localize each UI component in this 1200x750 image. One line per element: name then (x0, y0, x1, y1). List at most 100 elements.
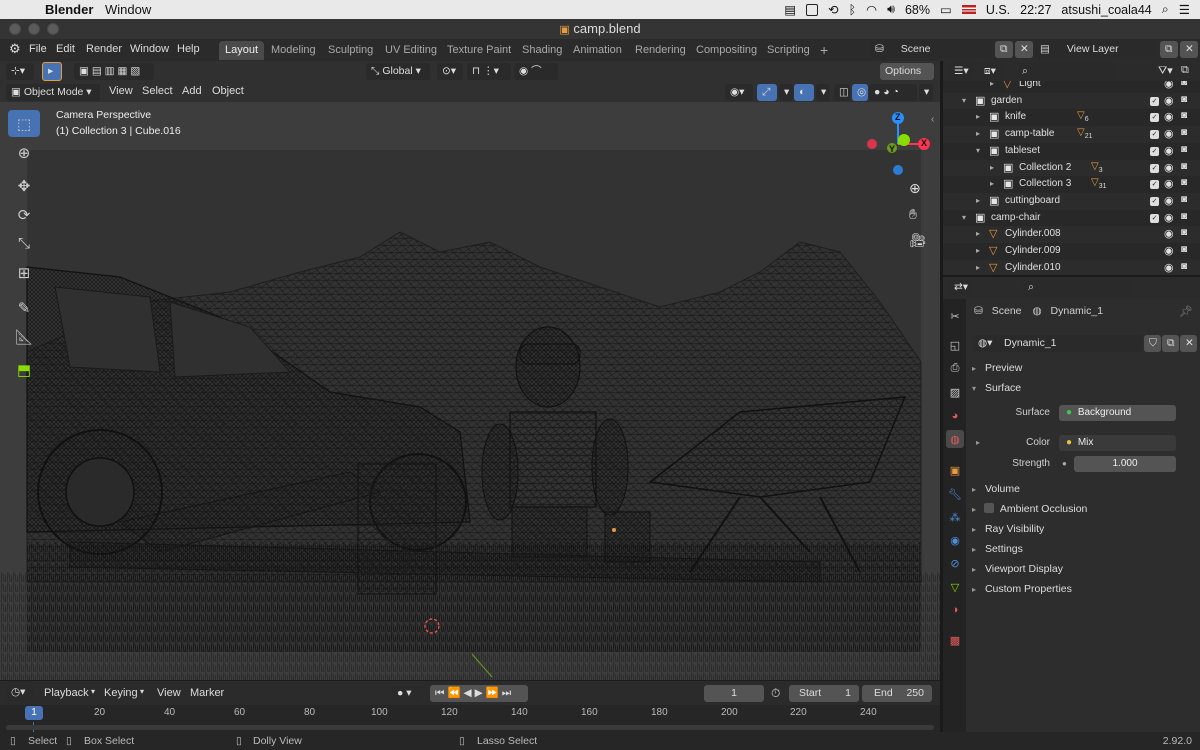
tab-texture-paint[interactable]: Texture Paint (441, 41, 517, 60)
menu-window[interactable]: Window (130, 43, 169, 55)
transform-tool-icon[interactable]: ⊞ (8, 259, 40, 286)
bluetooth-icon[interactable]: ᛒ (849, 3, 857, 17)
expand-chevron-icon[interactable]: ▾ (962, 213, 966, 222)
material-tab-icon[interactable]: ◑ (946, 601, 964, 619)
sidebar-toggle-icon[interactable]: ‹ (931, 114, 934, 125)
viewport-menu-add[interactable]: Add (182, 85, 202, 97)
delete-scene-icon[interactable]: ✕ (1015, 41, 1033, 58)
exclude-checkbox[interactable]: ✓ (1150, 96, 1159, 106)
expand-chevron-icon[interactable]: ▸ (976, 263, 980, 272)
exclude-checkbox[interactable]: ✓ (1150, 213, 1159, 223)
constraints-tab-icon[interactable]: ⊘ (946, 554, 964, 572)
expand-chevron-icon[interactable]: ▸ (990, 179, 994, 188)
shading-modes-icons[interactable]: ● ◕ ◔ (869, 84, 917, 101)
view-layer-tab-icon[interactable]: ▨ (946, 383, 964, 401)
new-world-icon[interactable]: ⧉ (1162, 335, 1179, 352)
particles-tab-icon[interactable]: ⁂ (946, 508, 964, 526)
checkbox-icon[interactable] (806, 3, 819, 16)
viewport-menu-object[interactable]: Object (212, 85, 244, 97)
render-camera-icon[interactable]: ◙ (1181, 110, 1187, 121)
render-camera-icon[interactable]: ◙ (1181, 211, 1187, 222)
clipboard-icon[interactable]: ▤ (784, 2, 796, 17)
preview-section[interactable]: ▸ Preview (966, 358, 1200, 378)
ao-checkbox[interactable] (983, 503, 994, 513)
input-source[interactable]: U.S. (986, 3, 1010, 17)
rotate-tool-icon[interactable]: ⟳ (8, 201, 40, 228)
tab-scripting[interactable]: Scripting (761, 41, 816, 60)
fake-user-icon[interactable]: ⛉ (1144, 335, 1161, 352)
surface-section[interactable]: ▾ Surface (966, 378, 1200, 398)
add-cube-tool-icon[interactable]: ⬒ (8, 356, 40, 383)
tab-layout[interactable]: Layout (219, 41, 265, 60)
move-tool-icon[interactable]: ✥ (8, 172, 40, 199)
volume-icon[interactable]: 🔊︎ (887, 2, 895, 17)
render-camera-icon[interactable]: ◙ (1181, 127, 1187, 138)
tool-tab-icon[interactable]: ✂ (946, 307, 964, 325)
overlays-icon[interactable]: ◐ (794, 84, 814, 101)
object-tab-icon[interactable]: ▣ (946, 461, 964, 479)
user-name[interactable]: atsushi_coala44 (1061, 3, 1151, 17)
add-workspace-icon[interactable]: + (814, 41, 834, 60)
tab-compositing[interactable]: Compositing (690, 41, 763, 60)
outliner-row[interactable]: ▸ ▣ camp-table ▽21 ✓ ◉ ◙ (943, 126, 1200, 143)
delete-view-layer-icon[interactable]: ✕ (1180, 41, 1198, 58)
menu-edit[interactable]: Edit (56, 43, 75, 55)
outliner-search-input[interactable]: ⌕ (1017, 63, 1115, 80)
blender-logo-icon[interactable]: ⚙ (9, 41, 21, 57)
settings-section[interactable]: ▸ Settings (966, 539, 1200, 559)
time-machine-icon[interactable]: ⟲ (828, 2, 838, 17)
scale-tool-icon[interactable]: ⤡ (8, 230, 40, 257)
new-view-layer-icon[interactable]: ⧉ (1160, 41, 1178, 58)
render-camera-icon[interactable]: ◙ (1181, 144, 1187, 155)
world-browse-icon[interactable]: ◍▾ (973, 335, 999, 352)
outliner-row[interactable]: ▸ ▽ Cylinder.010 ◉ ◙ (943, 259, 1200, 275)
visibility-eye-icon[interactable]: ◉ (1164, 211, 1174, 224)
annotate-tool-icon[interactable]: ✎ (8, 294, 40, 321)
world-tab-icon[interactable]: ◍ (946, 430, 964, 448)
menu-file[interactable]: File (29, 43, 47, 55)
properties-editor-icon[interactable]: ⇄▾ (949, 279, 975, 296)
new-collection-icon[interactable]: ⧉ (1181, 64, 1189, 77)
outliner-row[interactable]: ▸ ▽ Light ◉ ◙ (943, 81, 1200, 93)
end-frame-field[interactable]: End 250 (862, 685, 932, 702)
mode-dropdown[interactable]: ▣ Object Mode ▾ (6, 84, 100, 101)
render-camera-icon[interactable]: ◙ (1181, 94, 1187, 105)
navigation-gizmo[interactable]: X Z Y (862, 108, 934, 180)
visibility-eye-icon[interactable]: ◉ (1164, 261, 1174, 274)
app-name[interactable]: Blender (45, 2, 93, 17)
render-camera-icon[interactable]: ◙ (1181, 261, 1187, 272)
pin-icon[interactable]: 📌︎ (1179, 305, 1193, 318)
battery-percent[interactable]: 68% (905, 3, 930, 17)
expand-chevron-icon[interactable]: ▸ (976, 129, 980, 138)
expand-chevron-icon[interactable]: ▾ (976, 146, 980, 155)
outliner-editor-icon[interactable]: ☰▾ (949, 63, 975, 80)
minimize-window-button[interactable] (28, 23, 40, 35)
tab-sculpting[interactable]: Sculpting (322, 41, 379, 60)
custom-properties-section[interactable]: ▸ Custom Properties (966, 579, 1200, 599)
visibility-eye-icon[interactable]: ◉ (1164, 127, 1174, 140)
modifier-tab-icon[interactable]: 🔧︎ (946, 485, 964, 503)
render-camera-icon[interactable]: ◙ (1181, 244, 1187, 255)
expand-chevron-icon[interactable]: ▸ (990, 163, 994, 172)
exclude-checkbox[interactable]: ✓ (1150, 180, 1159, 190)
render-camera-icon[interactable]: ◙ (1181, 161, 1187, 172)
snap-icon[interactable]: ⊓ ⋮▾ (467, 63, 511, 80)
exclude-checkbox[interactable]: ✓ (1150, 130, 1159, 140)
cursor-tool-icon[interactable]: ⊕ (8, 139, 40, 166)
exclude-checkbox[interactable]: ✓ (1150, 146, 1159, 156)
transform-orientation-dropdown[interactable]: ⤡ Global ▾ (366, 63, 430, 80)
expand-chevron-icon[interactable]: ▸ (976, 112, 980, 121)
select-tool-icon[interactable]: ▸ (42, 62, 62, 81)
timeline-ruler[interactable]: 1 20 40 60 80 100 120 140 160 180 200 22… (0, 705, 940, 732)
visibility-eye-icon[interactable]: ◉ (1164, 177, 1174, 190)
visibility-eye-icon[interactable]: ◉ (1164, 94, 1174, 107)
viewport-menu-view[interactable]: View (109, 85, 133, 97)
unlink-world-icon[interactable]: ✕ (1180, 335, 1197, 352)
zoom-icon[interactable]: ⊕ (909, 180, 921, 197)
scene-selector[interactable]: ⛁ Scene (870, 41, 992, 58)
clock[interactable]: 22:27 (1020, 3, 1051, 17)
timeline-editor-icon[interactable]: ◷▾ (6, 684, 34, 701)
playback-controls[interactable]: ⏮⏪◀▶⏩⏭ (430, 685, 528, 702)
outliner-row[interactable]: ▾ ▣ camp-chair ✓ ◉ ◙ (943, 210, 1200, 227)
playhead-frame[interactable]: 1 (25, 706, 43, 720)
